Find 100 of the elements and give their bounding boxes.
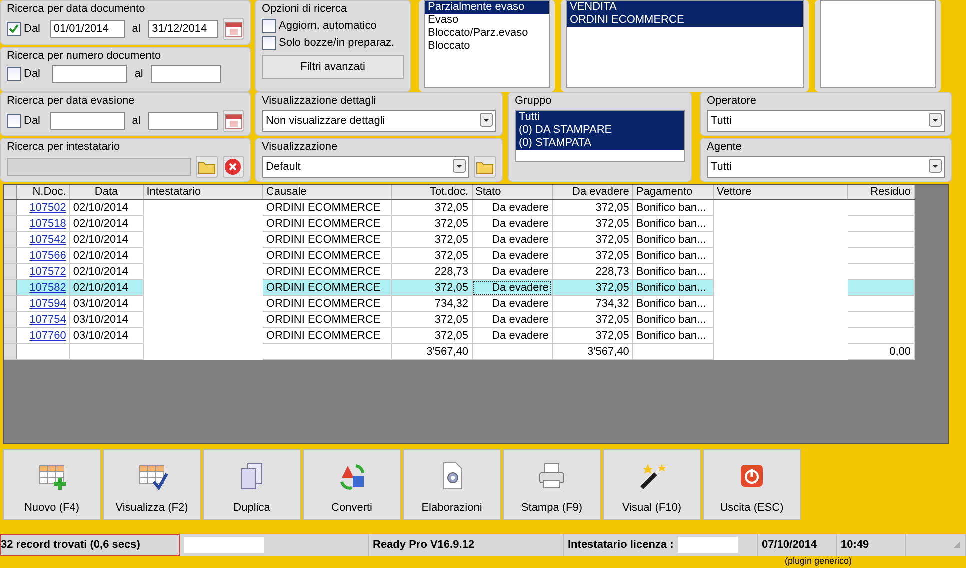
checkbox[interactable]	[262, 19, 276, 33]
table-cell: ORDINI ECOMMERCE	[262, 232, 392, 248]
calendar-button[interactable]	[223, 18, 244, 40]
checkbox[interactable]	[7, 67, 21, 81]
table-row[interactable]: 107542 02/10/2014 ORDINI ECOMMERCE 372,05 Da evadere 372,05 Bonifico ban...	[4, 232, 914, 248]
checkbox[interactable]	[7, 114, 21, 128]
checkbox-label: Dal	[24, 115, 41, 127]
table-cell: 3'567,40	[552, 344, 633, 360]
folder-button[interactable]	[196, 156, 218, 178]
date-from-field[interactable]: 01/01/2014	[50, 20, 125, 38]
date-to-field[interactable]	[148, 112, 218, 130]
folder-button[interactable]	[474, 156, 496, 178]
delete-icon	[224, 158, 242, 176]
row-header[interactable]	[4, 200, 17, 216]
table-row[interactable]: 107754 03/10/2014 ORDINI ECOMMERCE 372,05 Da evadere 372,05 Bonifico ban...	[4, 312, 914, 328]
document-link[interactable]: 107542	[30, 234, 66, 246]
column-header[interactable]: Data	[70, 185, 144, 200]
table-cell: 3'567,40	[392, 344, 472, 360]
table-row[interactable]: 107572 02/10/2014 ORDINI ECOMMERCE 228,73 Da evadere 228,73 Bonifico ban...	[4, 264, 914, 280]
table-row[interactable]: 107518 02/10/2014 ORDINI ECOMMERCE 372,05 Da evadere 372,05 Bonifico ban...	[4, 216, 914, 232]
checkbox-label: Solo bozze/in preparaz.	[279, 37, 395, 49]
table-cell: Bonifico ban...	[632, 280, 714, 296]
dropdown[interactable]: Default	[262, 156, 469, 178]
column-header[interactable]: Stato	[472, 185, 552, 200]
document-link[interactable]: 107518	[30, 218, 66, 230]
toolbar-button[interactable]: Stampa (F9)	[503, 449, 601, 520]
list-item[interactable]: (0) DA STAMPARE	[516, 124, 684, 137]
table-row[interactable]: 107566 02/10/2014 ORDINI ECOMMERCE 372,05 Da evadere 372,05 Bonifico ban...	[4, 248, 914, 264]
table-cell: 02/10/2014	[70, 216, 144, 232]
group-title: Ricerca per numero documento	[7, 50, 162, 63]
document-link[interactable]: 107754	[30, 314, 66, 326]
table-cell: ORDINI ECOMMERCE	[262, 312, 392, 328]
table-cell: 02/10/2014	[70, 200, 144, 216]
date-from-field[interactable]	[50, 112, 125, 130]
dropdown[interactable]: Non visualizzare dettagli	[262, 110, 496, 132]
table-cell: 372,05	[392, 280, 472, 296]
document-link[interactable]: 107572	[30, 266, 66, 278]
table-cell: ORDINI ECOMMERCE	[262, 328, 392, 344]
list-item[interactable]: Bloccato	[425, 40, 549, 53]
toolbar-button[interactable]: Visual (F10)	[603, 449, 701, 520]
column-header[interactable]: Vettore	[713, 185, 848, 200]
checkbox[interactable]	[7, 22, 21, 36]
table-cell: Da evadere	[472, 248, 552, 264]
group-title: Visualizzazione dettagli	[262, 95, 376, 108]
table-row[interactable]: 107582 02/10/2014 ORDINI ECOMMERCE 372,05 Da evadere 372,05 Bonifico ban...	[4, 280, 914, 296]
toolbar-button[interactable]: Visualizza (F2)	[103, 449, 201, 520]
toolbar-button[interactable]: Nuovo (F4)	[3, 449, 101, 520]
toolbar-button[interactable]: Converti	[303, 449, 401, 520]
status-text: Intestatario licenza :	[568, 539, 674, 551]
column-header[interactable]: Intestatario	[143, 185, 263, 200]
table-row[interactable]: 107760 03/10/2014 ORDINI ECOMMERCE 372,05 Da evadere 372,05 Bonifico ban...	[4, 328, 914, 344]
table-cell: 372,05	[552, 280, 633, 296]
table-row[interactable]: 107502 02/10/2014 ORDINI ECOMMERCE 372,05 Da evadere 372,05 Bonifico ban...	[4, 200, 914, 216]
list-item[interactable]: Evaso	[425, 14, 549, 27]
group-title: Gruppo	[515, 95, 552, 108]
table-cell: 03/10/2014	[70, 328, 144, 344]
column-header[interactable]: Residuo	[847, 185, 914, 200]
checkbox[interactable]	[262, 36, 276, 50]
table-cell: 372,05	[392, 216, 472, 232]
list-item[interactable]: Bloccato/Parz.evaso	[425, 27, 549, 40]
redacted-block	[678, 537, 738, 553]
document-link[interactable]: 107594	[30, 298, 66, 310]
date-to-field[interactable]: 31/12/2014	[148, 20, 218, 38]
table-cell: ORDINI ECOMMERCE	[262, 248, 392, 264]
document-link[interactable]: 107566	[30, 250, 66, 262]
table-cell: ORDINI ECOMMERCE	[262, 280, 392, 296]
status-note: (plugin generico)	[785, 556, 852, 566]
date-from-field[interactable]	[52, 65, 127, 83]
dropdown[interactable]: Tutti	[707, 156, 945, 178]
list-item[interactable]: (0) STAMPATA	[516, 137, 684, 150]
table-cell: 02/10/2014	[70, 232, 144, 248]
table-cell: Da evadere	[472, 296, 552, 312]
table-cell: 734,32	[552, 296, 633, 312]
toolbar-button[interactable]: Elaborazioni	[403, 449, 501, 520]
list-item[interactable]: Tutti	[516, 111, 684, 124]
table-cell: Bonifico ban...	[632, 296, 714, 312]
list-item[interactable]: VENDITA	[567, 1, 803, 14]
column-header[interactable]: Tot.doc.	[392, 185, 472, 200]
document-link[interactable]: 107760	[30, 330, 66, 342]
table-cell: Da evadere	[472, 232, 552, 248]
document-link[interactable]: 107582	[30, 282, 66, 294]
column-header[interactable]: Da evadere	[552, 185, 633, 200]
list-item[interactable]: Parzialmente evaso	[425, 1, 549, 14]
table-cell: Bonifico ban...	[632, 232, 714, 248]
dropdown[interactable]: Tutti	[707, 110, 945, 132]
advanced-filters-button[interactable]: Filtri avanzati	[262, 55, 404, 79]
column-header[interactable]: Pagamento	[632, 185, 714, 200]
column-header[interactable]: Causale	[262, 185, 392, 200]
calendar-icon	[224, 112, 243, 130]
list-item[interactable]: ORDINI ECOMMERCE	[567, 14, 803, 27]
delete-button[interactable]	[222, 156, 244, 178]
toolbar-button[interactable]: Uscita (ESC)	[703, 449, 801, 520]
table-cell: Da evadere	[472, 200, 552, 216]
table-cell: ORDINI ECOMMERCE	[262, 200, 392, 216]
date-to-field[interactable]	[151, 65, 221, 83]
toolbar-button[interactable]: Duplica	[203, 449, 301, 520]
column-header[interactable]: N.Doc.	[16, 185, 70, 200]
document-link[interactable]: 107502	[30, 202, 66, 214]
table-row[interactable]: 107594 03/10/2014 ORDINI ECOMMERCE 734,32 Da evadere 734,32 Bonifico ban...	[4, 296, 914, 312]
calendar-button[interactable]	[223, 110, 244, 132]
